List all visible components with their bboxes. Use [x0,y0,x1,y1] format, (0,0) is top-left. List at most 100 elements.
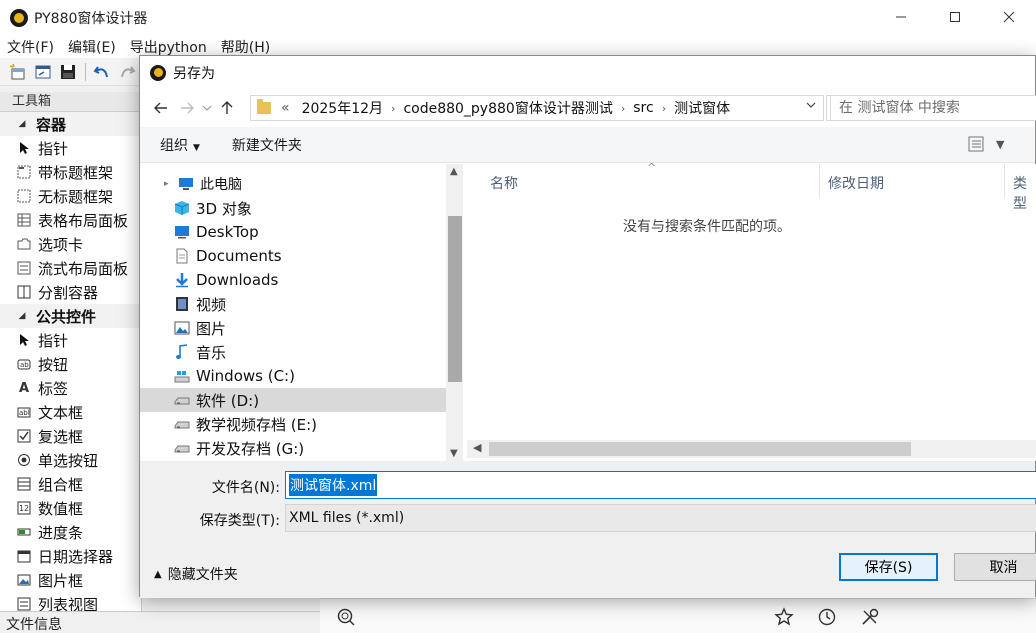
toolbox-item[interactable]: 分割容器 [0,280,141,304]
scroll-left-icon[interactable]: ◀ [473,441,481,454]
expand-chevron-icon[interactable]: ▸ [164,179,174,189]
menu-export-python[interactable]: 导出python [123,37,214,57]
scroll-up-icon[interactable]: ▲ [450,166,458,177]
breadcrumb-chevron-icon[interactable]: › [619,102,627,115]
tools-button[interactable] [860,607,880,627]
nav-item[interactable]: 图片 [140,316,463,340]
collapse-triangle-icon: ◢ [18,311,26,321]
save-button[interactable] [56,61,80,83]
toolbox-item[interactable]: 进度条 [0,520,141,544]
column-divider[interactable] [819,164,820,198]
horizontal-scrollbar[interactable]: ◀ [467,440,1036,458]
menu-edit[interactable]: 编辑(E) [61,37,123,57]
column-name[interactable]: 名称 [490,173,518,193]
app-title: PY880窗体设计器 [34,11,148,27]
toolbox-item[interactable]: 选项卡 [0,232,141,256]
menu-file[interactable]: 文件(F) [0,37,61,57]
toolbox-item[interactable]: 无标题框架 [0,184,141,208]
breadcrumb-segment[interactable]: 测试窗体 [668,98,736,118]
toolbox-item[interactable]: 复选框 [0,424,141,448]
back-button[interactable] [148,95,174,121]
history-button[interactable] [817,607,837,627]
new-form-button[interactable] [6,61,30,83]
address-bar[interactable]: « 2025年12月 › code880_py880窗体设计器测试 › src … [250,95,824,121]
toolbox-item[interactable]: A 标签 [0,376,141,400]
back-arrow-icon [154,102,167,114]
favorite-button[interactable] [774,607,794,627]
scroll-thumb[interactable] [448,216,462,382]
minimize-button[interactable] [874,0,928,34]
breadcrumb-segment[interactable]: src [627,100,659,116]
maximize-button[interactable] [928,0,982,34]
calendar-icon [16,548,32,564]
undo-button[interactable] [90,61,114,83]
save-form-area: 文件名(N): 测试窗体.xml 保存类型(T): XML files (*.x… [140,461,1036,598]
breadcrumb-chevron-icon[interactable]: › [389,102,397,115]
toolbox-item[interactable]: 日期选择器 [0,544,141,568]
nav-item[interactable]: 音乐 [140,340,463,364]
toolbox-item[interactable]: 列表视图 [0,592,141,612]
nav-item-this-pc[interactable]: ▸ 此电脑 [140,172,463,196]
toolbox-item[interactable]: abl 文本框 [0,400,141,424]
new-form-icon [9,63,25,79]
redo-button[interactable] [115,61,139,83]
toolbox-item[interactable]: 带标题框架 [0,160,141,184]
drive-icon [174,416,190,432]
breadcrumb-segment[interactable]: 2025年12月 [296,98,389,118]
forward-button[interactable] [174,95,200,121]
flow-layout-icon [16,260,32,276]
toolbox-group[interactable]: ◢ 容器 [0,112,141,136]
address-dropdown-icon[interactable] [805,99,817,114]
close-window-button[interactable] [982,0,1036,34]
nav-item[interactable]: Documents [140,244,463,268]
nav-item[interactable]: Downloads [140,268,463,292]
breadcrumb-overflow[interactable]: « [271,100,296,116]
toolbox-item[interactable]: 1 2 数值框 [0,496,141,520]
desktop-icon [174,224,190,240]
navigation-scrollbar[interactable]: ▲ ▼ [446,164,463,461]
filename-input[interactable]: 测试窗体.xml [285,471,1036,499]
column-modified[interactable]: 修改日期 [828,173,884,193]
toolbox-item[interactable]: 流式布局面板 [0,256,141,280]
chevron-down-icon: ▼ [996,137,1005,151]
toolbox-group[interactable]: ◢ 公共控件 [0,304,141,328]
cancel-button[interactable]: 取消 [954,553,1036,581]
scroll-down-icon[interactable]: ▼ [450,448,458,459]
button-icon: ab [16,356,32,372]
progress-icon [16,524,32,540]
toolbox-item[interactable]: ab 按钮 [0,352,141,376]
nav-item[interactable]: 软件 (D:) [140,388,463,412]
nav-item[interactable]: DeskTop [140,220,463,244]
nav-item[interactable]: 视频 [140,292,463,316]
toolbox-item[interactable]: 图片框 [0,568,141,592]
search-input[interactable]: 在 测试窗体 中搜索 [830,95,1036,121]
toolbox-item[interactable]: 指针 [0,136,141,160]
breadcrumb-chevron-icon[interactable]: › [660,102,668,115]
nav-item[interactable]: 教学视频存档 (E:) [140,412,463,436]
new-folder-button[interactable]: 新建文件夹 [222,135,312,155]
recent-dropdown-button[interactable] [200,95,214,121]
nav-item[interactable]: Windows (C:) [140,364,463,388]
column-divider[interactable] [1004,164,1005,198]
save-dialog-button[interactable]: 保存(S) [839,553,938,581]
view-options-button[interactable]: ▼ [968,136,1004,152]
close-icon [1003,11,1015,23]
toolbox-item[interactable]: 单选按钮 [0,448,141,472]
menu-help[interactable]: 帮助(H) [214,37,277,57]
filetype-select[interactable]: XML files (*.xml) [285,504,1036,532]
scroll-thumb[interactable] [489,442,911,456]
nav-item[interactable]: 3D 对象 [140,196,463,220]
up-button[interactable] [214,95,240,121]
nav-item[interactable]: 开发及存档 (G:) [140,436,463,460]
hide-folders-toggle[interactable]: ▲ 隐藏文件夹 [154,564,238,584]
toolbox-item[interactable]: 组合框 [0,472,141,496]
column-type[interactable]: 类型 [1013,173,1036,213]
toolbox-item[interactable]: 表格布局面板 [0,208,141,232]
search-zoom-button[interactable] [336,607,356,627]
open-form-button[interactable] [31,61,55,83]
breadcrumb-segment[interactable]: code880_py880窗体设计器测试 [397,98,618,118]
file-list-pane: ^ 名称 修改日期 类型 没有与搜索条件匹配的项。 ◀ [467,161,1036,461]
organize-button[interactable]: 组织 ▼ [150,135,210,155]
up-arrow-icon [221,101,233,114]
toolbox-item[interactable]: 指针 [0,328,141,352]
